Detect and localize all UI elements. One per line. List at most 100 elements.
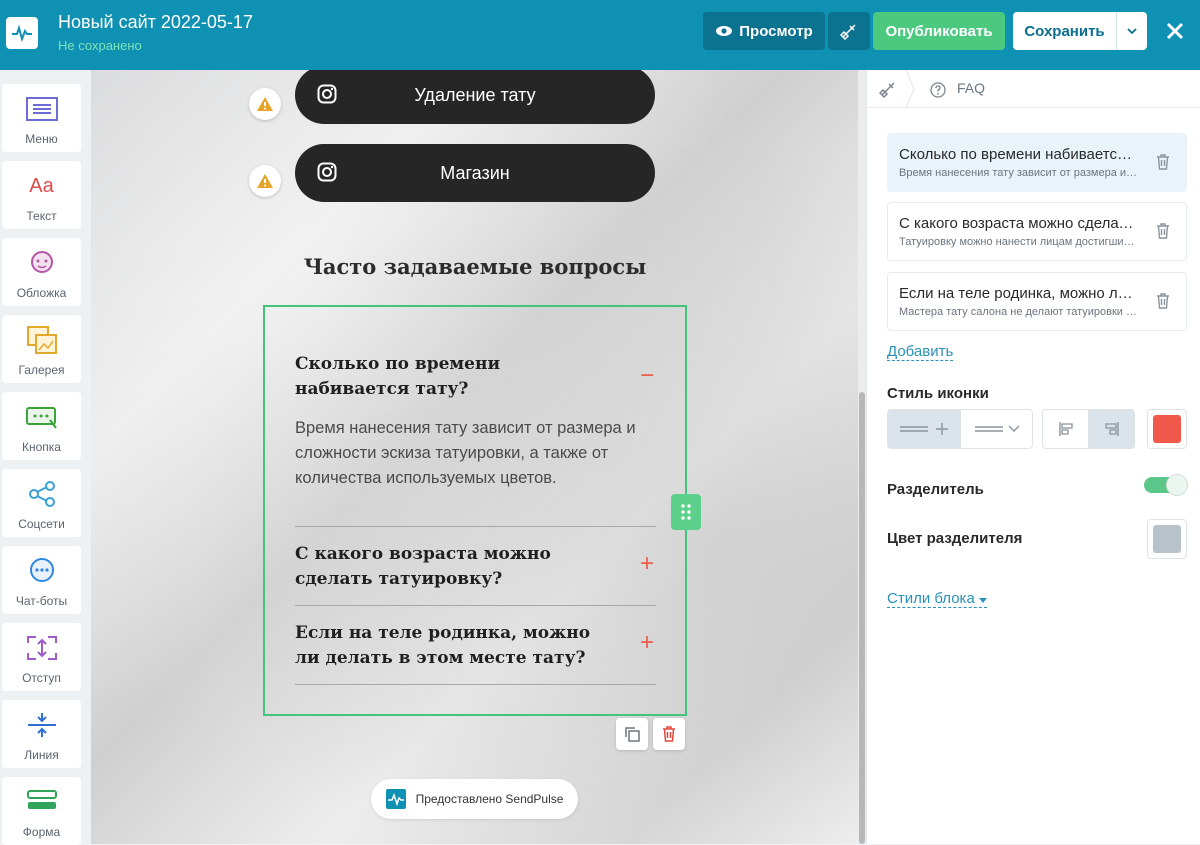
divider-color-picker[interactable]	[1147, 519, 1187, 559]
question-item[interactable]: С какого возраста можно сделать татуиров…	[887, 202, 1187, 261]
pulse-icon	[12, 24, 32, 43]
save-button[interactable]: Сохранить	[1013, 12, 1116, 50]
block-button-label: Кнопка	[22, 440, 61, 454]
link-button-label: Удаление тату	[414, 84, 536, 105]
save-options-dropdown[interactable]	[1116, 12, 1147, 50]
question-item[interactable]: Сколько по времени набивается тату? Врем…	[887, 133, 1187, 192]
drag-icon	[681, 504, 691, 520]
delete-block-button[interactable]	[653, 718, 685, 750]
icon-position-left[interactable]	[1042, 409, 1089, 449]
close-editor-button[interactable]	[1158, 12, 1192, 50]
design-tools-button[interactable]	[828, 12, 870, 50]
faq-answer: Время нанесения тату зависит от размера …	[295, 419, 636, 487]
faq-question[interactable]: Если на теле родинка, можно ли делать в …	[295, 621, 615, 671]
caret-down-icon	[978, 598, 987, 603]
block-line[interactable]: Линия	[2, 700, 81, 768]
block-spacing[interactable]: Отступ	[2, 623, 81, 691]
chevron-down-icon	[1127, 28, 1137, 34]
plus-minus-icon	[899, 423, 948, 435]
expand-icon[interactable]: +	[638, 629, 656, 657]
drag-handle[interactable]	[671, 494, 701, 530]
help-icon	[930, 82, 946, 98]
block-line-label: Линия	[24, 748, 59, 762]
save-status: Не сохранено	[58, 38, 142, 53]
divider-color-swatch	[1153, 525, 1181, 553]
block-gallery[interactable]: Галерея	[2, 315, 81, 383]
question-title: Сколько по времени набивается тату?	[899, 146, 1139, 163]
form-icon	[25, 787, 59, 817]
panel-header: FAQ	[867, 70, 1200, 108]
copy-icon	[625, 727, 640, 742]
powered-by-badge[interactable]: Предоставлено SendPulse	[371, 779, 578, 819]
gallery-icon	[25, 325, 59, 355]
divider-toggle[interactable]	[1144, 474, 1188, 496]
breadcrumb-current: FAQ	[957, 80, 986, 96]
preview-button[interactable]: Просмотр	[703, 12, 825, 50]
icon-style-label: Стиль иконки	[887, 385, 989, 402]
site-title: Новый сайт 2022-05-17	[58, 12, 253, 32]
warning-icon[interactable]	[249, 165, 281, 197]
faq-block[interactable]: Сколько по времени набивается тату? − Вр…	[263, 305, 687, 716]
faq-item[interactable]: Если на теле родинка, можно ли делать в …	[295, 621, 656, 685]
block-chatbots[interactable]: Чат-боты	[2, 546, 81, 614]
sendpulse-logo[interactable]	[6, 17, 38, 49]
block-menu[interactable]: Меню	[2, 84, 81, 152]
breadcrumb-separator-icon	[905, 70, 915, 108]
warning-icon[interactable]	[249, 88, 281, 120]
question-title: Если на теле родинка, можно ли делать в …	[899, 285, 1139, 302]
block-styles-link[interactable]: Стили блока	[887, 590, 987, 608]
publish-button[interactable]: Опубликовать	[873, 12, 1005, 50]
block-chatbots-label: Чат-боты	[15, 594, 68, 608]
canvas-scrollbar-thumb[interactable]	[859, 392, 865, 844]
eye-icon	[716, 26, 733, 36]
block-text[interactable]: Aa Текст	[2, 161, 81, 229]
block-form[interactable]: Форма	[2, 777, 81, 845]
link-button-shop[interactable]: Магазин	[295, 144, 655, 202]
question-answer-preview: Мастера тату салона не делают татуировки…	[899, 306, 1139, 318]
icon-color-picker[interactable]	[1147, 409, 1187, 449]
pencil-ruler-icon[interactable]	[879, 80, 897, 98]
close-icon	[1166, 22, 1184, 40]
trash-icon	[663, 726, 675, 742]
block-cover[interactable]: Обложка	[2, 238, 81, 306]
trash-icon[interactable]	[1156, 223, 1170, 239]
sendpulse-logo-icon	[385, 789, 406, 809]
block-text-label: Текст	[26, 209, 57, 223]
link-button-tattoo-removal[interactable]: Удаление тату	[295, 70, 655, 124]
icon-style-chevron[interactable]	[960, 409, 1033, 449]
faq-heading: Часто задаваемые вопросы	[303, 254, 647, 279]
link-button-label: Магазин	[440, 162, 510, 183]
faq-question[interactable]: Сколько по времени набивается тату?	[295, 352, 615, 402]
block-styles-label: Стили блока	[887, 590, 975, 607]
block-gallery-label: Галерея	[18, 363, 65, 377]
icon-position-right[interactable]	[1089, 409, 1135, 449]
block-social[interactable]: Соцсети	[2, 469, 81, 537]
block-menu-label: Меню	[25, 132, 58, 146]
chevron-style-icon	[974, 425, 1019, 432]
instagram-icon	[317, 84, 337, 104]
spacing-icon	[25, 633, 59, 663]
trash-icon[interactable]	[1156, 154, 1170, 170]
preview-label: Просмотр	[739, 22, 813, 40]
faq-item[interactable]: Сколько по времени набивается тату? − Вр…	[295, 352, 656, 527]
divider-label: Разделитель	[887, 481, 984, 498]
chatbot-icon	[25, 556, 59, 586]
trash-icon[interactable]	[1156, 293, 1170, 309]
icon-style-plus-minus[interactable]	[887, 409, 960, 449]
question-answer-preview: Время нанесения тату зависит от размера …	[899, 167, 1139, 179]
divider-color-label: Цвет разделителя	[887, 530, 1023, 547]
question-item[interactable]: Если на теле родинка, можно ли делать в …	[887, 272, 1187, 331]
collapse-icon[interactable]: −	[638, 362, 656, 390]
cover-icon	[25, 248, 59, 278]
block-social-label: Соцсети	[18, 517, 65, 531]
share-icon	[25, 479, 59, 509]
block-button[interactable]: Кнопка	[2, 392, 81, 460]
faq-question[interactable]: С какого возраста можно сделать татуиров…	[295, 542, 615, 592]
text-icon: Aa	[29, 174, 54, 197]
page-canvas: Удаление тату Магазин Часто задаваемые в…	[91, 70, 858, 844]
settings-panel: FAQ Сколько по времени набивается тату? …	[866, 70, 1200, 844]
expand-icon[interactable]: +	[638, 550, 656, 578]
duplicate-block-button[interactable]	[616, 718, 648, 750]
faq-item[interactable]: С какого возраста можно сделать татуиров…	[295, 542, 656, 606]
add-question-link[interactable]: Добавить	[887, 343, 954, 361]
